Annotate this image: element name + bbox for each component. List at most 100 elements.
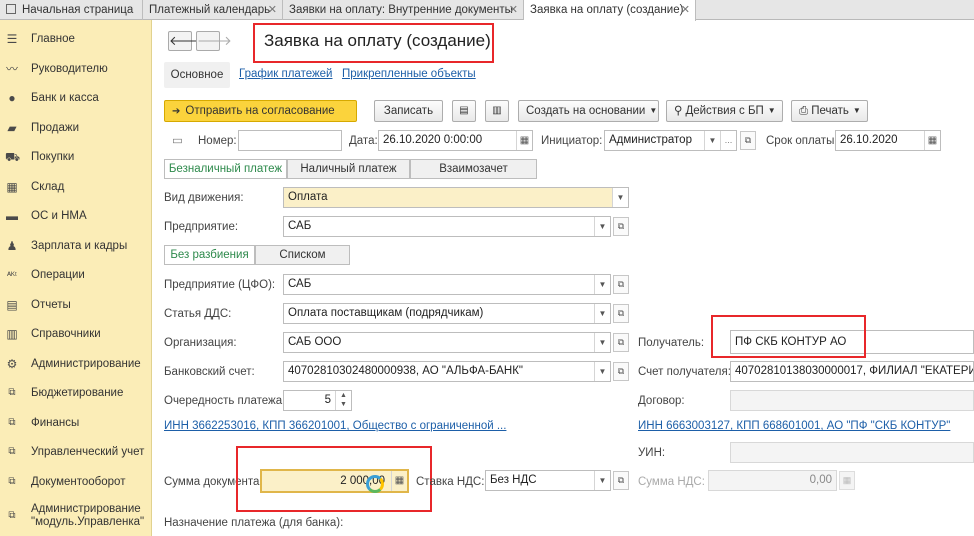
- number-field[interactable]: [238, 130, 342, 151]
- chevron-down-icon[interactable]: ▼: [594, 333, 610, 352]
- calendar-icon[interactable]: ▦: [516, 131, 532, 150]
- comment-icon[interactable]: ▭: [172, 133, 183, 147]
- tab-home[interactable]: Начальная страница: [0, 0, 143, 20]
- sidebar-item-management-accounting[interactable]: ⧉ Управленческий учет: [0, 441, 152, 465]
- save-button[interactable]: Записать: [374, 100, 443, 122]
- recipient-account-field[interactable]: 40702810138030000017, ФИЛИАЛ "ЕКАТЕРИНБ: [730, 361, 974, 382]
- recipient-inn-link[interactable]: ИНН 6663003127, КПП 668601001, АО "ПФ "С…: [638, 420, 950, 432]
- sidebar-item-docflow[interactable]: ⧉ Документооборот: [0, 471, 152, 495]
- select-ellipsis-icon[interactable]: …: [720, 131, 736, 150]
- calculator-icon[interactable]: ▦: [391, 471, 407, 491]
- uin-field[interactable]: [730, 442, 974, 463]
- sidebar-item-catalogs[interactable]: ▥ Справочники: [0, 323, 152, 347]
- forward-button[interactable]: 🡒: [196, 31, 232, 51]
- payment-type-cash[interactable]: Наличный платеж: [287, 159, 410, 179]
- tab-payment-calendar[interactable]: Платежный календарь ✕: [143, 0, 283, 20]
- back-button[interactable]: 🡐: [168, 31, 204, 51]
- send-for-approval-label: Отправить на согласование: [185, 105, 335, 117]
- dds-label: Статья ДДС:: [164, 308, 232, 320]
- calendar-icon[interactable]: ▦: [924, 131, 940, 150]
- enterprise-cfo-field[interactable]: САБ ▼: [283, 274, 611, 295]
- vat-rate-field[interactable]: Без НДС ▼: [485, 470, 611, 491]
- bp-actions-label: Действия с БП: [685, 105, 764, 117]
- recipient-field[interactable]: ПФ СКБ КОНТУР АО: [730, 330, 974, 354]
- payment-queue-field[interactable]: 5 ▲ ▼: [283, 390, 352, 411]
- organization-field[interactable]: САБ ООО ▼: [283, 332, 611, 353]
- chevron-down-icon[interactable]: ▼: [594, 304, 610, 323]
- link-icon: ⧉: [8, 476, 16, 487]
- close-icon[interactable]: ✕: [268, 0, 277, 20]
- link-icon: ⧉: [8, 417, 16, 428]
- tab-payment-schedule[interactable]: График платежей: [239, 68, 332, 80]
- enterprise-field[interactable]: САБ ▼: [283, 216, 611, 237]
- tab-attached-objects[interactable]: Прикрепленные объекты: [342, 68, 476, 80]
- sidebar-item-admin[interactable]: ⚙ Администрирование: [0, 353, 152, 377]
- calculator-icon[interactable]: ▦: [839, 471, 855, 490]
- chevron-down-icon[interactable]: ▼: [594, 275, 610, 294]
- organization-inn-link[interactable]: ИНН 3662253016, КПП 366201001, Общество …: [164, 420, 506, 432]
- window-tabbar: Начальная страница Платежный календарь ✕ …: [0, 0, 974, 21]
- close-icon[interactable]: ✕: [681, 0, 690, 20]
- open-icon[interactable]: ⧉: [613, 304, 629, 323]
- bp-actions-button[interactable]: ⚲ Действия с БП ▼: [666, 100, 783, 122]
- sidebar-item-operations[interactable]: ᴬᴷᵗ Операции: [0, 264, 152, 288]
- open-icon[interactable]: ⧉: [613, 333, 629, 352]
- split-mode-none[interactable]: Без разбиения: [164, 245, 255, 265]
- date-field[interactable]: 26.10.2020 0:00:00 ▦: [378, 130, 533, 151]
- sidebar-item-purchases[interactable]: ⛟ Покупки: [0, 146, 152, 170]
- enterprise-cfo-value: САБ: [288, 278, 312, 290]
- chevron-down-icon[interactable]: ▼: [612, 188, 628, 207]
- open-icon[interactable]: ⧉: [613, 217, 629, 236]
- sidebar-item-manager[interactable]: 〰 Руководителю: [0, 58, 152, 82]
- stepper-icon[interactable]: ▲ ▼: [335, 391, 351, 410]
- tab-request-create[interactable]: Заявка на оплату (создание) ✕: [524, 0, 696, 21]
- open-icon[interactable]: ⧉: [613, 362, 629, 381]
- sidebar-item-salary[interactable]: ♟ Зарплата и кадры: [0, 235, 152, 259]
- contract-field[interactable]: [730, 390, 974, 411]
- chevron-down-icon[interactable]: ▼: [594, 217, 610, 236]
- movement-field[interactable]: Оплата ▼: [283, 187, 629, 208]
- sidebar-item-label: ОС и НМА: [31, 210, 87, 222]
- sidebar-item-admin-module[interactable]: ⧉ Администрирование "модуль.Управленка": [0, 503, 152, 536]
- sidebar-item-reports[interactable]: ▤ Отчеты: [0, 294, 152, 318]
- sidebar-item-sales[interactable]: ▰ Продажи: [0, 117, 152, 141]
- arrow-right-icon: 🡒: [197, 33, 232, 48]
- payment-type-cashless[interactable]: Безналичный платеж: [164, 159, 287, 179]
- due-date-field[interactable]: 26.10.2020 ▦: [835, 130, 941, 151]
- tab-main[interactable]: Основное: [164, 62, 230, 88]
- structure-button[interactable]: ▤: [452, 100, 476, 122]
- sidebar-item-warehouse[interactable]: ▦ Склад: [0, 176, 152, 200]
- sidebar-item-label: Документооборот: [31, 476, 126, 488]
- journal-button[interactable]: ▥: [485, 100, 509, 122]
- sidebar-item-bank[interactable]: ● Банк и касса: [0, 87, 152, 111]
- create-based-on-button[interactable]: Создать на основании ▼: [518, 100, 659, 122]
- chevron-down-icon[interactable]: ▼: [594, 471, 610, 490]
- chevron-down-icon[interactable]: ▼: [594, 362, 610, 381]
- tab-requests-list[interactable]: Заявки на оплату: Внутренние документы ✕: [283, 0, 524, 20]
- close-icon[interactable]: ✕: [509, 0, 518, 20]
- split-mode-list[interactable]: Списком: [255, 245, 350, 265]
- dds-field[interactable]: Оплата поставщикам (подрядчикам) ▼: [283, 303, 611, 324]
- bank-account-label: Банковский счет:: [164, 366, 255, 378]
- initiator-field[interactable]: Администратор ▼…: [604, 130, 737, 151]
- sidebar-item-assets[interactable]: ▬ ОС и НМА: [0, 205, 152, 229]
- menu-icon: ☰: [6, 32, 18, 46]
- chevron-down-icon[interactable]: ▼: [704, 131, 720, 150]
- print-button[interactable]: ⎙ Печать ▼: [791, 100, 868, 122]
- due-date-label: Срок оплаты:: [766, 135, 838, 147]
- sidebar-item-label: Управленческий учет: [31, 446, 145, 458]
- sidebar-item-budgeting[interactable]: ⧉ Бюджетирование: [0, 382, 152, 406]
- open-icon[interactable]: ⧉: [613, 275, 629, 294]
- vat-sum-field[interactable]: 0,00: [708, 470, 837, 491]
- sum-field[interactable]: 2 000,00 ▦: [260, 469, 409, 493]
- open-icon[interactable]: ⧉: [613, 471, 629, 490]
- send-for-approval-button[interactable]: ➔ Отправить на согласование: [164, 100, 357, 122]
- sidebar-item-finance[interactable]: ⧉ Финансы: [0, 412, 152, 436]
- bank-account-field[interactable]: 40702810302480000938, АО "АЛЬФА-БАНК" ▼: [283, 361, 611, 382]
- recipient-account-label: Счет получателя:: [638, 366, 731, 378]
- payment-type-offset[interactable]: Взаимозачет: [410, 159, 537, 179]
- print-label: Печать: [811, 105, 849, 117]
- open-icon[interactable]: ⧉: [740, 131, 756, 150]
- sidebar-item-label: Продажи: [31, 122, 80, 134]
- sidebar-item-main[interactable]: ☰ Главное: [0, 28, 152, 52]
